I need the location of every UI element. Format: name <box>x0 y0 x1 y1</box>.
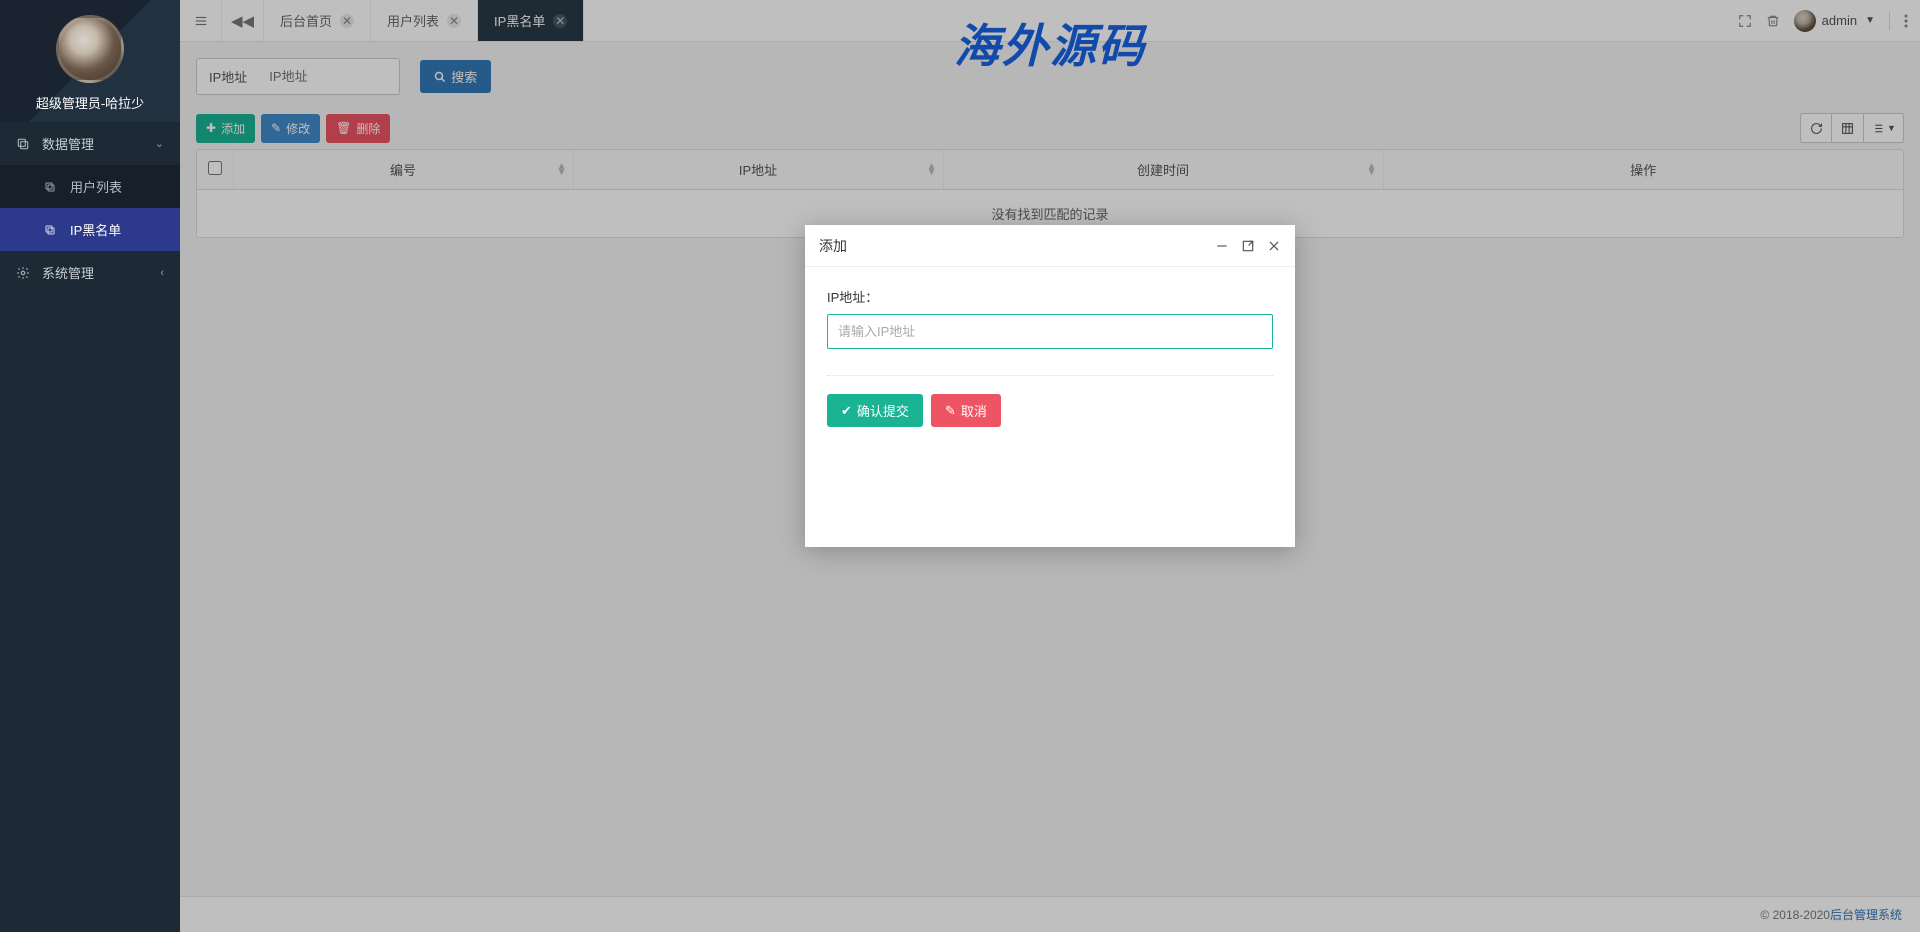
close-button[interactable] <box>1267 239 1281 253</box>
nav-sub-label: 用户列表 <box>70 177 122 196</box>
nav-sub-item-ip-blacklist[interactable]: IP黑名单 <box>0 208 180 251</box>
expand-icon <box>1241 239 1255 253</box>
sidebar: 超级管理员-哈拉少 数据管理 ⌄ 用户列表 <box>0 0 180 932</box>
nav-sub-label: IP黑名单 <box>70 220 121 239</box>
pencil-icon: ✎ <box>945 403 956 419</box>
ip-field-label: IP地址： <box>827 287 1273 306</box>
nav-item-data-management[interactable]: 数据管理 ⌄ <box>0 122 180 165</box>
modal-title: 添加 <box>819 236 847 256</box>
sidebar-profile: 超级管理员-哈拉少 <box>0 0 180 122</box>
maximize-button[interactable] <box>1241 239 1255 253</box>
divider <box>827 375 1273 376</box>
ip-input[interactable] <box>827 314 1273 349</box>
copy-icon <box>44 224 60 236</box>
btn-label: 确认提交 <box>857 401 909 420</box>
modal-actions: ✔ 确认提交 ✎ 取消 <box>827 394 1273 427</box>
chevron-left-icon: ‹ <box>160 267 164 279</box>
nav: 数据管理 ⌄ 用户列表 IP黑名单 <box>0 122 180 294</box>
nav-sub-item-users[interactable]: 用户列表 <box>0 165 180 208</box>
close-icon <box>1267 239 1281 253</box>
check-icon: ✔ <box>841 403 852 419</box>
nav-sub-data: 用户列表 IP黑名单 <box>0 165 180 251</box>
btn-label: 取消 <box>961 401 987 420</box>
nav-label: 数据管理 <box>42 134 94 153</box>
main: ◀◀ 后台首页 ✕ 用户列表 ✕ IP黑名单 ✕ <box>180 0 1920 932</box>
avatar <box>56 15 124 83</box>
submit-button[interactable]: ✔ 确认提交 <box>827 394 923 427</box>
app-root: 超级管理员-哈拉少 数据管理 ⌄ 用户列表 <box>0 0 1920 932</box>
cancel-button[interactable]: ✎ 取消 <box>931 394 1001 427</box>
profile-name: 超级管理员-哈拉少 <box>0 93 180 112</box>
minimize-button[interactable] <box>1215 239 1229 253</box>
add-modal: 添加 IP地址： <box>805 225 1295 547</box>
modal-header: 添加 <box>805 225 1295 267</box>
modal-controls <box>1215 239 1281 253</box>
nav-label: 系统管理 <box>42 263 94 282</box>
copy-icon <box>44 181 60 193</box>
minus-icon <box>1215 239 1229 253</box>
cog-icon <box>16 266 32 280</box>
chevron-down-icon: ⌄ <box>155 137 164 150</box>
modal-body: IP地址： ✔ 确认提交 ✎ 取消 <box>805 267 1295 547</box>
copy-icon <box>16 137 32 151</box>
nav-item-system[interactable]: 系统管理 ‹ <box>0 251 180 294</box>
